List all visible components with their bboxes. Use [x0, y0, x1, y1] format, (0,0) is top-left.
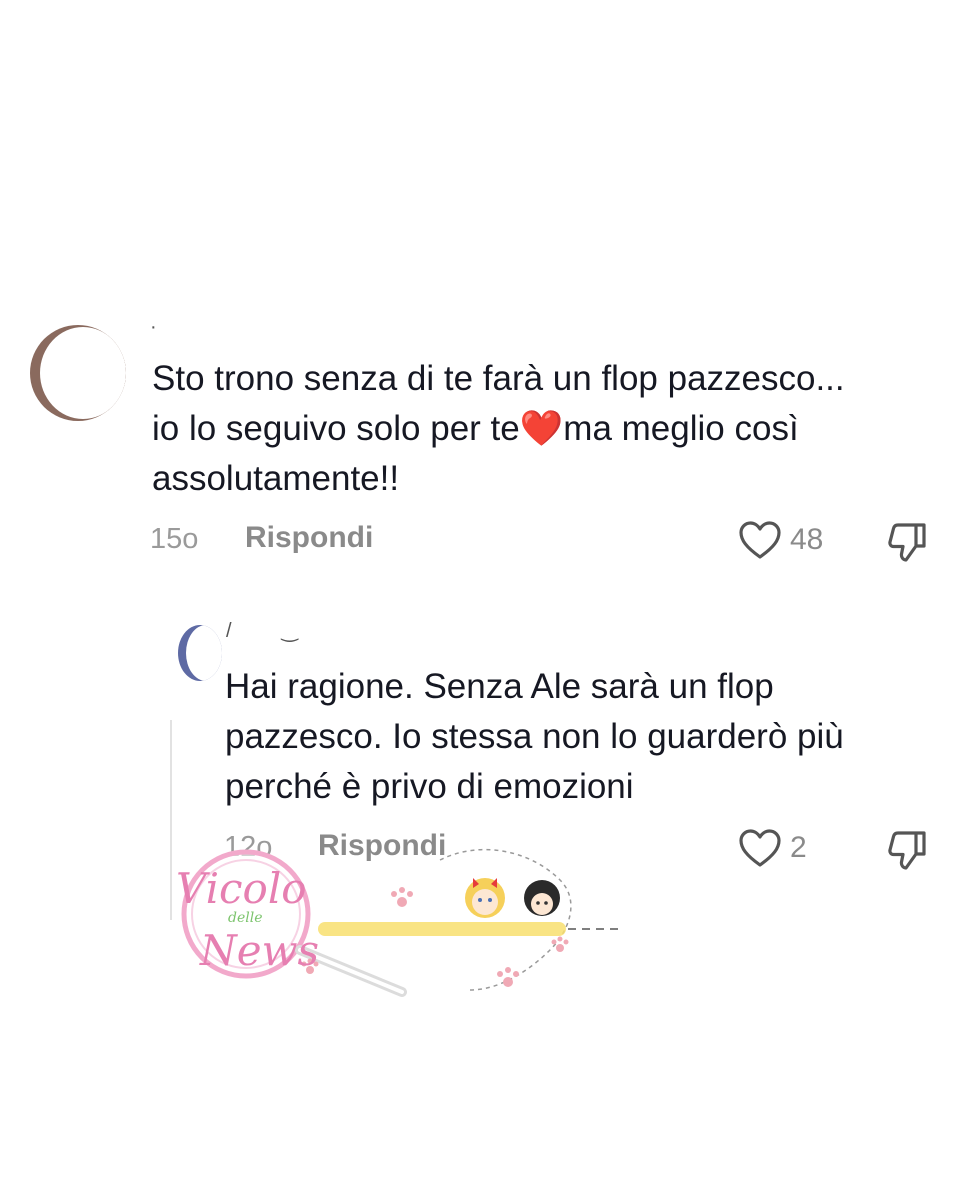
watermark-brand-line1: Vicolo — [176, 864, 307, 913]
watermark-brand-line3: News — [200, 926, 320, 975]
comment-reply-button[interactable]: Rispondi — [245, 521, 373, 555]
commenter-avatar[interactable] — [30, 325, 126, 421]
watermark-logo: Vicolo delle News — [140, 840, 640, 1010]
replier-avatar[interactable] — [178, 625, 222, 681]
reply-like-button[interactable]: 2 — [738, 828, 807, 868]
reply-text: Hai ragione. Senza Ale sarà un flop pazz… — [225, 667, 844, 806]
comment-timestamp: 15o — [150, 523, 199, 555]
watermark-brand-line2: delle — [228, 910, 263, 926]
heart-outline-icon — [739, 829, 781, 867]
comment-dislike-button[interactable] — [886, 520, 930, 564]
comment-text: Sto trono senza di te farà un flop pazze… — [152, 359, 845, 498]
thumbs-down-icon — [888, 523, 926, 562]
comment-like-button[interactable]: 48 — [738, 520, 823, 560]
like-count: 48 — [790, 523, 824, 556]
heart-outline-icon — [739, 521, 781, 559]
reply-reply-button[interactable]: Rispondi — [318, 829, 446, 863]
magnifier-logo-icon — [181, 848, 622, 997]
reply-timestamp: 12o — [224, 831, 273, 863]
reply-dislike-button[interactable] — [886, 828, 930, 872]
commenter-username[interactable]: · — [150, 316, 157, 339]
replier-username[interactable]: / ‿ — [226, 618, 298, 643]
thumbs-down-icon — [888, 831, 926, 870]
like-count: 2 — [790, 831, 807, 864]
reply-thread-line — [170, 720, 172, 920]
